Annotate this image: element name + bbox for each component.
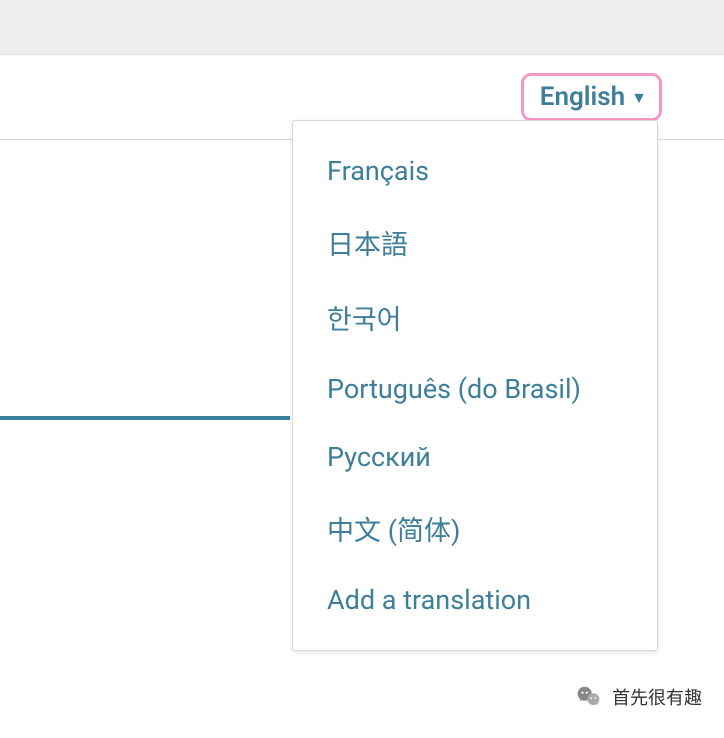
chevron-down-icon: ▼ <box>631 88 647 108</box>
footer-attribution: 首先很有趣 <box>576 684 702 710</box>
language-option-portuguese[interactable]: Português (do Brasil) <box>293 355 657 423</box>
language-option-russian[interactable]: Русский <box>293 423 657 491</box>
wechat-icon <box>576 684 602 710</box>
top-bar <box>0 0 724 55</box>
language-option-francais[interactable]: Français <box>293 137 657 205</box>
language-option-korean[interactable]: 한국어 <box>293 280 657 355</box>
tab-underline <box>0 416 290 420</box>
language-selector-button[interactable]: English ▼ <box>521 73 662 121</box>
attribution-text: 首先很有趣 <box>612 684 702 710</box>
language-selector-label: English <box>540 82 625 112</box>
language-dropdown-menu: Français 日本語 한국어 Português (do Brasil) Р… <box>292 120 658 651</box>
language-option-chinese-simplified[interactable]: 中文 (简体) <box>293 491 657 566</box>
add-translation-option[interactable]: Add a translation <box>293 566 657 634</box>
language-option-japanese[interactable]: 日本語 <box>293 205 657 280</box>
